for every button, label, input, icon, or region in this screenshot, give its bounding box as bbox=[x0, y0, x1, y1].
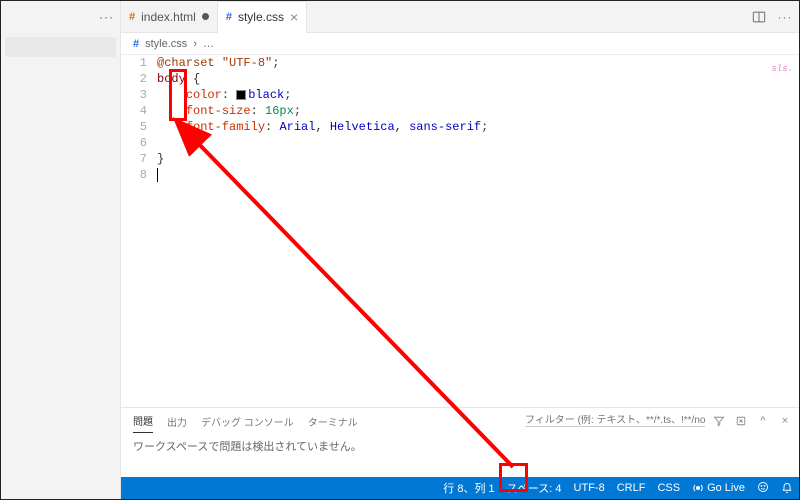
code-line[interactable]: color: black; bbox=[157, 87, 739, 103]
problems-empty-text: ワークスペースで問題は検出されていません。 bbox=[133, 441, 362, 453]
breadcrumb-file: style.css bbox=[145, 38, 187, 50]
line-number: 3 bbox=[121, 87, 147, 103]
tab-label: style.css bbox=[238, 10, 284, 24]
status-label: CSS bbox=[657, 482, 680, 494]
sidebar: ··· bbox=[1, 1, 121, 499]
status-feedback[interactable] bbox=[751, 477, 775, 499]
watermark-text: sls. bbox=[771, 61, 793, 77]
dirty-indicator-icon bbox=[202, 13, 209, 20]
status-encoding[interactable]: UTF-8 bbox=[568, 477, 611, 499]
editor-tab-style-css[interactable]: # style.css × bbox=[217, 1, 307, 33]
status-label: 行 8、列 1 bbox=[443, 480, 494, 496]
editor-area: 12345678 @charset "UTF-8";body { color: … bbox=[121, 55, 799, 407]
code-editor[interactable]: 12345678 @charset "UTF-8";body { color: … bbox=[121, 55, 799, 407]
file-icon: # bbox=[129, 11, 135, 23]
status-indent[interactable]: スペース: 4 bbox=[501, 477, 568, 499]
panel-body: ワークスペースで問題は検出されていません。 bbox=[121, 434, 799, 477]
code-line[interactable]: body { bbox=[157, 71, 739, 87]
breadcrumb-file-icon: # bbox=[133, 38, 139, 50]
app-root: ··· # index.html # style.css × ··· # style.c… bbox=[0, 0, 800, 500]
editor-tabs: # index.html # style.css × ··· bbox=[121, 1, 799, 33]
status-label: スペース: 4 bbox=[507, 480, 562, 496]
file-icon: # bbox=[226, 11, 232, 23]
panel-tab-2[interactable]: デバッグ コンソール bbox=[201, 410, 294, 433]
problems-filter-input[interactable] bbox=[525, 415, 705, 427]
editor-actions: ··· bbox=[749, 1, 795, 33]
line-number: 8 bbox=[121, 167, 147, 183]
code-line[interactable]: font-family: Arial, Helvetica, sans-seri… bbox=[157, 119, 739, 135]
minimap[interactable]: sls. bbox=[739, 55, 799, 407]
line-number: 2 bbox=[121, 71, 147, 87]
status-bell[interactable] bbox=[775, 477, 799, 499]
code-line[interactable] bbox=[157, 167, 739, 183]
status-golive[interactable]: Go Live bbox=[686, 477, 751, 499]
close-tab-icon[interactable]: × bbox=[290, 10, 298, 24]
panel-close-icon[interactable]: × bbox=[777, 413, 793, 429]
status-bar: 行 8、列 1 スペース: 4 UTF-8 CRLF CSS Go Live bbox=[121, 477, 799, 499]
panel-tab-0[interactable]: 問題 bbox=[133, 409, 153, 433]
line-number: 4 bbox=[121, 103, 147, 119]
panel-right-controls: ^ × bbox=[525, 408, 793, 434]
bell-icon bbox=[781, 482, 793, 494]
tab-label: index.html bbox=[141, 10, 196, 24]
sidebar-more-icon[interactable]: ··· bbox=[99, 10, 114, 24]
line-gutter: 12345678 bbox=[121, 55, 157, 407]
line-number: 5 bbox=[121, 119, 147, 135]
main-column: # index.html # style.css × ··· # style.css ›… bbox=[121, 1, 799, 499]
bottom-panel: 問題出力デバッグ コンソールターミナル ^ × ワークスペースで問題は検出されて… bbox=[121, 407, 799, 477]
explorer-placeholder bbox=[5, 37, 116, 57]
broadcast-icon bbox=[692, 482, 704, 494]
status-label: UTF-8 bbox=[574, 482, 605, 494]
feedback-icon bbox=[757, 481, 769, 496]
line-number: 7 bbox=[121, 151, 147, 167]
editor-tab-index-html[interactable]: # index.html bbox=[121, 1, 217, 33]
breadcrumb-sep: › bbox=[193, 38, 197, 50]
filter-icon[interactable] bbox=[711, 413, 727, 429]
code-line[interactable]: @charset "UTF-8"; bbox=[157, 55, 739, 71]
status-cursor-pos[interactable]: 行 8、列 1 bbox=[437, 477, 500, 499]
line-number: 6 bbox=[121, 135, 147, 151]
status-label: Go Live bbox=[707, 482, 745, 494]
clear-icon[interactable] bbox=[733, 413, 749, 429]
panel-maximize-icon[interactable]: ^ bbox=[755, 413, 771, 429]
status-lang[interactable]: CSS bbox=[651, 477, 686, 499]
sidebar-header: ··· bbox=[1, 1, 120, 33]
editor-more-icon[interactable]: ··· bbox=[775, 7, 795, 27]
code-content[interactable]: @charset "UTF-8";body { color: black; fo… bbox=[157, 55, 739, 407]
panel-tabs: 問題出力デバッグ コンソールターミナル ^ × bbox=[121, 408, 799, 434]
sidebar-body bbox=[1, 33, 120, 499]
code-line[interactable]: } bbox=[157, 151, 739, 167]
status-label: CRLF bbox=[617, 482, 646, 494]
panel-tab-3[interactable]: ターミナル bbox=[308, 410, 358, 433]
panel-tab-1[interactable]: 出力 bbox=[167, 410, 187, 433]
split-editor-icon[interactable] bbox=[749, 7, 769, 27]
line-number: 1 bbox=[121, 55, 147, 71]
breadcrumb-rest: … bbox=[203, 38, 214, 50]
status-eol[interactable]: CRLF bbox=[611, 477, 652, 499]
code-line[interactable] bbox=[157, 135, 739, 151]
code-line[interactable]: font-size: 16px; bbox=[157, 103, 739, 119]
breadcrumb[interactable]: # style.css › … bbox=[121, 33, 799, 55]
